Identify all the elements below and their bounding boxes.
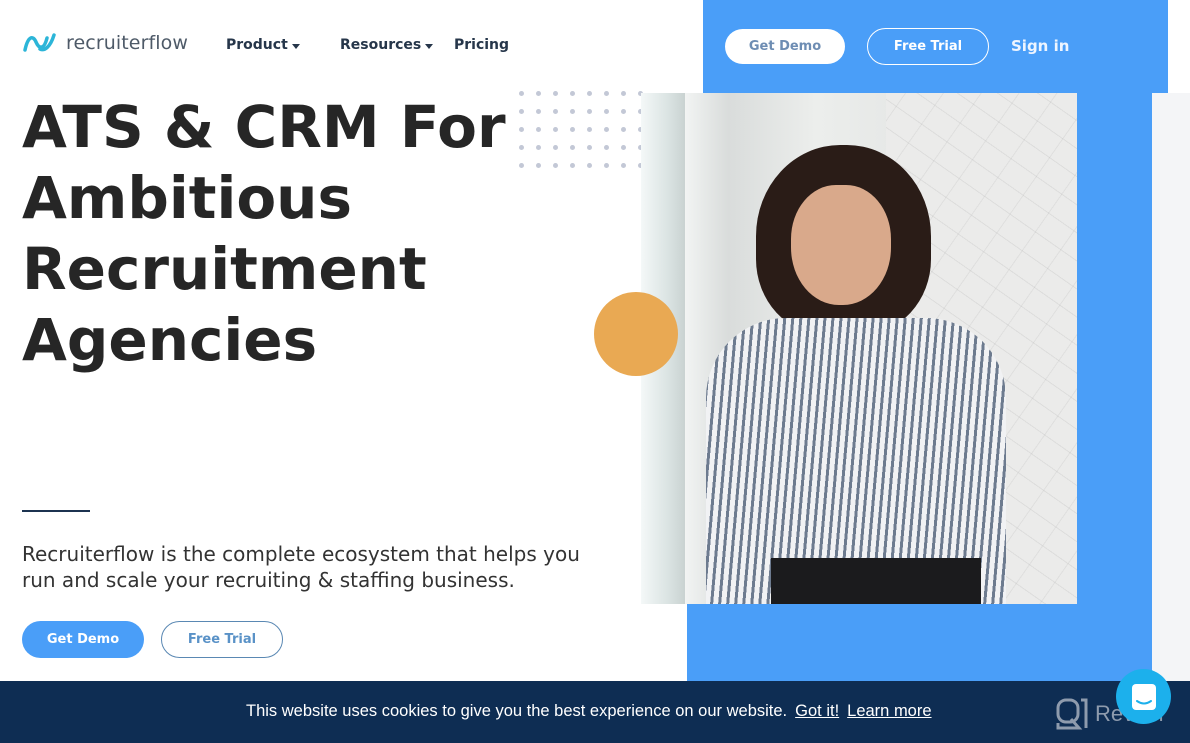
dot-decoration xyxy=(519,127,524,132)
nav-pricing[interactable]: Pricing xyxy=(454,37,509,53)
dot-decoration xyxy=(536,109,541,114)
page-edge-strip xyxy=(1152,93,1190,683)
photo-person-pants xyxy=(771,558,981,604)
logo[interactable]: recruiterflow xyxy=(22,32,188,54)
dot-decoration xyxy=(621,145,626,150)
nav-resources-label: Resources xyxy=(340,37,422,53)
hero-subtitle: Recruiterflow is the complete ecosystem … xyxy=(22,542,580,592)
dot-decoration xyxy=(621,127,626,132)
cookie-learn-more-link[interactable]: Learn more xyxy=(847,702,931,721)
dot-decoration xyxy=(570,145,575,150)
revain-logo-icon xyxy=(1056,698,1088,730)
dot-decoration xyxy=(587,127,592,132)
dot-grid-decoration xyxy=(519,91,644,168)
dot-decoration xyxy=(570,127,575,132)
dot-decoration xyxy=(587,91,592,96)
chat-widget-button[interactable] xyxy=(1116,669,1171,724)
dot-decoration xyxy=(519,91,524,96)
dot-decoration xyxy=(587,109,592,114)
cookie-banner-content: This website uses cookies to give you th… xyxy=(246,702,932,721)
nav-resources[interactable]: Resources xyxy=(340,37,434,53)
nav-product-label: Product xyxy=(226,37,288,53)
dot-decoration xyxy=(519,145,524,150)
sign-in-link[interactable]: Sign in xyxy=(1011,37,1069,55)
dot-decoration xyxy=(570,91,575,96)
dot-decoration xyxy=(519,109,524,114)
dot-decoration xyxy=(604,145,609,150)
dot-decoration xyxy=(621,163,626,168)
hero-photo xyxy=(641,93,1077,604)
dot-decoration xyxy=(587,163,592,168)
nav-product[interactable]: Product xyxy=(226,37,300,53)
cookie-message: This website uses cookies to give you th… xyxy=(246,702,788,720)
hero-get-demo-button[interactable]: Get Demo xyxy=(22,621,144,658)
header-free-trial-button[interactable]: Free Trial xyxy=(867,28,989,65)
header-get-demo-button[interactable]: Get Demo xyxy=(725,29,845,64)
dot-decoration xyxy=(536,91,541,96)
dot-decoration xyxy=(621,109,626,114)
nav-pricing-label: Pricing xyxy=(454,37,510,53)
logo-text: recruiterflow xyxy=(66,32,189,54)
dot-decoration xyxy=(604,127,609,132)
hero-free-trial-button[interactable]: Free Trial xyxy=(161,621,283,658)
dot-decoration xyxy=(553,127,558,132)
chat-icon xyxy=(1131,683,1156,710)
dot-decoration xyxy=(604,109,609,114)
dot-decoration xyxy=(536,163,541,168)
dot-decoration xyxy=(604,163,609,168)
recruiterflow-logo-icon xyxy=(23,33,56,52)
chevron-down-icon xyxy=(291,43,300,49)
cookie-accept-link[interactable]: Got it! xyxy=(795,702,839,721)
chevron-down-icon xyxy=(425,43,434,49)
hero-divider xyxy=(22,510,90,512)
hero-title: ATS & CRM For Ambitious Recruitment Agen… xyxy=(22,93,506,374)
dot-decoration xyxy=(553,145,558,150)
dot-decoration xyxy=(536,127,541,132)
dot-decoration xyxy=(621,91,626,96)
orange-circle-decoration xyxy=(594,292,678,376)
dot-decoration xyxy=(519,163,524,168)
photo-person-face xyxy=(791,185,891,305)
dot-decoration xyxy=(604,91,609,96)
dot-decoration xyxy=(587,145,592,150)
dot-decoration xyxy=(570,163,575,168)
dot-decoration xyxy=(553,109,558,114)
dot-decoration xyxy=(536,145,541,150)
dot-decoration xyxy=(553,91,558,96)
dot-decoration xyxy=(570,109,575,114)
dot-decoration xyxy=(553,163,558,168)
